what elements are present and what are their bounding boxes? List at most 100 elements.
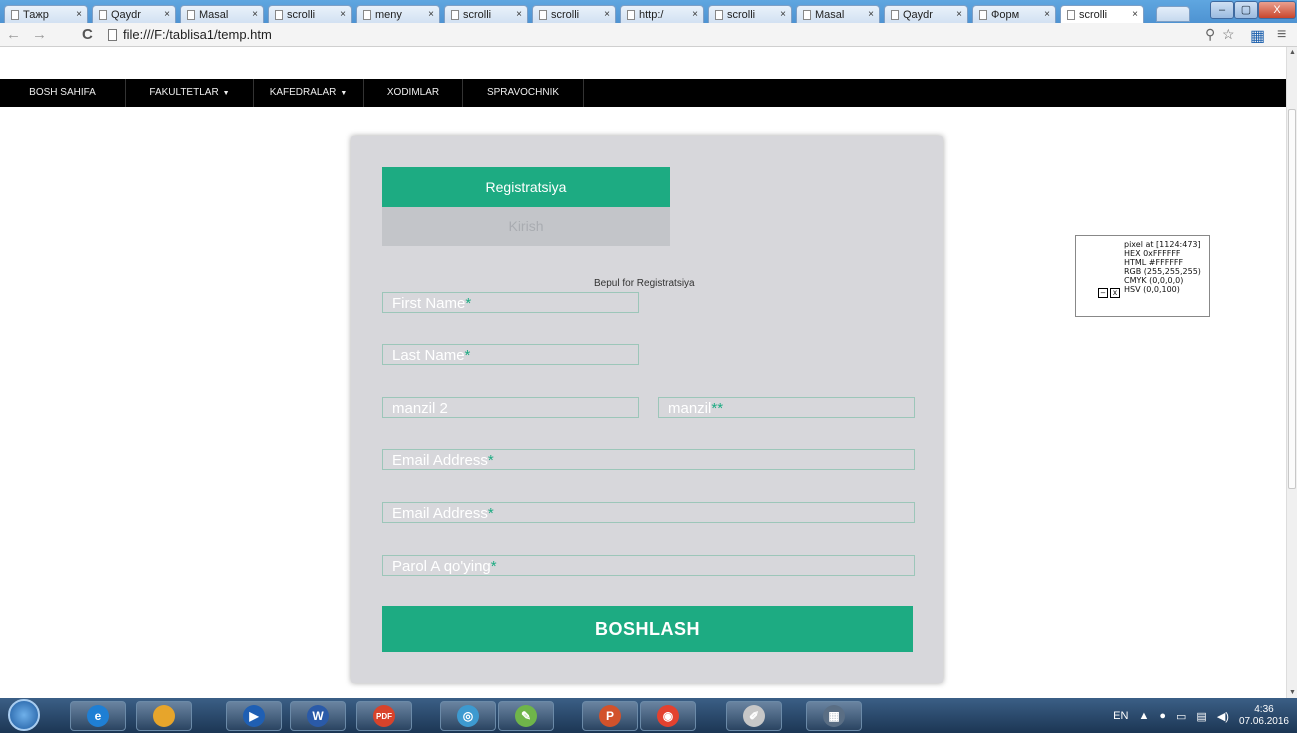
calculator-icon: ▦ — [823, 705, 845, 727]
close-window-button[interactable]: X — [1258, 1, 1296, 19]
scroll-up-icon[interactable]: ▲ — [1289, 49, 1296, 56]
widget-minimize-button[interactable]: – — [1098, 288, 1108, 298]
close-tab-icon[interactable]: × — [340, 9, 346, 20]
browser-tabstrip: Тажр × Qaydr × Masal × scrolli × meny × scrolli × sc… — [0, 0, 1297, 23]
tab-registratsiya[interactable]: Registratsiya — [382, 167, 670, 207]
placeholder-text: First Name — [392, 295, 466, 312]
taskbar-folder-button[interactable] — [136, 701, 192, 731]
taskbar-ie-button[interactable]: e — [70, 701, 126, 731]
browser-tab[interactable]: Qaydr × — [92, 5, 176, 23]
close-tab-icon[interactable]: × — [692, 9, 698, 20]
browser-tab[interactable]: Masal × — [796, 5, 880, 23]
nav-label: BOSH SAHIFA — [29, 87, 96, 98]
tray-expand-icon[interactable]: ▲ — [1138, 710, 1149, 722]
close-tab-icon[interactable]: × — [428, 9, 434, 20]
notepad-icon: ✎ — [515, 705, 537, 727]
menu-icon[interactable]: ≡ — [1277, 26, 1286, 44]
taskbar-calculator-button[interactable]: ▦ — [806, 701, 862, 731]
email-confirm-field[interactable]: Email Address* — [382, 502, 915, 523]
battery-icon[interactable]: ▭ — [1176, 710, 1186, 723]
close-tab-icon[interactable]: × — [780, 9, 786, 20]
browser-tab[interactable]: Masal × — [180, 5, 264, 23]
new-tab-button[interactable] — [1156, 6, 1190, 22]
tab-title: scrolli — [727, 8, 756, 21]
word-icon: W — [307, 705, 329, 727]
page-icon — [891, 9, 899, 20]
browser-tab[interactable]: Форм × — [972, 5, 1056, 23]
email-field[interactable]: Email Address* — [382, 449, 915, 470]
tab-title: scrolli — [463, 8, 492, 21]
apps-icon[interactable]: ▦ — [1250, 26, 1265, 46]
close-tab-icon[interactable]: × — [1044, 9, 1050, 20]
taskbar-pdf-button[interactable]: PDF — [356, 701, 412, 731]
tab-title: Тажр — [23, 8, 49, 21]
nav-bosh-sahifa[interactable]: BOSH SAHIFA — [0, 79, 126, 107]
taskbar-network-button[interactable]: ◎ — [440, 701, 496, 731]
placeholder-text: Parol A qo'ying — [392, 558, 491, 575]
nav-label: FAKULTETLAR — [149, 87, 219, 98]
first-name-field[interactable]: First Name* — [382, 292, 639, 313]
reload-button[interactable]: C — [82, 26, 93, 43]
required-mark: * — [464, 347, 471, 364]
language-indicator[interactable]: EN — [1113, 710, 1128, 722]
nav-fakultetlar[interactable]: FAKULTETLAR ▼ — [126, 79, 254, 107]
browser-tab[interactable]: scrolli × — [532, 5, 616, 23]
page-icon — [99, 9, 107, 20]
back-button[interactable]: ← — [6, 26, 21, 43]
placeholder-text: Last Name — [392, 347, 465, 364]
close-tab-icon[interactable]: × — [868, 9, 874, 20]
address2-field[interactable]: manzil 2 — [382, 397, 639, 418]
bookmark-star-icon[interactable]: ☆ — [1222, 26, 1235, 43]
tab-kirish[interactable]: Kirish — [382, 207, 670, 246]
taskbar-notepad-button[interactable]: ✎ — [498, 701, 554, 731]
close-tab-icon[interactable]: × — [604, 9, 610, 20]
browser-tab[interactable]: scrolli × — [268, 5, 352, 23]
browser-tab[interactable]: Тажр × — [4, 5, 88, 23]
browser-tab[interactable]: scrolli × — [444, 5, 528, 23]
taskbar-powerpoint-button[interactable]: P — [582, 701, 638, 731]
address-field[interactable]: manzil** — [658, 397, 915, 418]
network-icon[interactable]: ▤ — [1196, 710, 1206, 723]
page-scrollbar[interactable]: ▲ ▼ — [1286, 47, 1297, 698]
close-tab-icon[interactable]: × — [956, 9, 962, 20]
pixel-info-line: RGB (255,255,255) — [1124, 267, 1201, 276]
taskbar-paint-button[interactable]: ✐ — [726, 701, 782, 731]
forward-button[interactable]: → — [32, 26, 47, 43]
taskbar-media-player-button[interactable]: ▶ — [226, 701, 282, 731]
address-bar[interactable]: file:///F:/tablisa1/temp.htm — [108, 25, 1248, 44]
close-tab-icon[interactable]: × — [252, 9, 258, 20]
page-icon — [803, 9, 811, 20]
browser-tab[interactable]: scrolli × — [1060, 5, 1144, 23]
boshlash-submit-button[interactable]: BOSHLASH — [382, 606, 913, 652]
browser-tab[interactable]: http:/ × — [620, 5, 704, 23]
maximize-window-button[interactable]: ▢ — [1234, 1, 1258, 19]
nav-kafedralar[interactable]: KAFEDRALAR ▼ — [254, 79, 364, 107]
page-icon — [187, 9, 195, 20]
password-field[interactable]: Parol A qo'ying* — [382, 555, 915, 576]
close-tab-icon[interactable]: × — [76, 9, 82, 20]
volume-icon[interactable]: ◀) — [1217, 710, 1229, 723]
last-name-field[interactable]: Last Name* — [382, 344, 639, 365]
nav-xodimlar[interactable]: XODIMLAR — [364, 79, 463, 107]
browser-tab[interactable]: scrolli × — [708, 5, 792, 23]
shield-icon[interactable]: ● — [1159, 710, 1166, 722]
browser-tab[interactable]: Qaydr × — [884, 5, 968, 23]
start-button[interactable] — [8, 699, 40, 731]
widget-close-button[interactable]: x — [1110, 288, 1120, 298]
close-tab-icon[interactable]: × — [516, 9, 522, 20]
taskbar-word-button[interactable]: W — [290, 701, 346, 731]
paint-icon: ✐ — [743, 705, 765, 727]
taskbar-chrome-button[interactable]: ◉ — [640, 701, 696, 731]
zoom-icon[interactable]: ⚲ — [1205, 26, 1215, 43]
tab-title: Qaydr — [111, 8, 141, 21]
close-tab-icon[interactable]: × — [164, 9, 170, 20]
required-mark: * — [487, 505, 494, 522]
nav-spravochnik[interactable]: SPRAVOCHNIK — [463, 79, 584, 107]
browser-tab[interactable]: meny × — [356, 5, 440, 23]
close-tab-icon[interactable]: × — [1132, 9, 1138, 20]
minimize-window-button[interactable]: – — [1210, 1, 1234, 19]
scroll-down-icon[interactable]: ▼ — [1289, 689, 1296, 696]
page-icon — [1067, 9, 1075, 20]
clock[interactable]: 4:36 07.06.2016 — [1239, 704, 1289, 728]
scrollbar-thumb[interactable] — [1288, 109, 1296, 489]
